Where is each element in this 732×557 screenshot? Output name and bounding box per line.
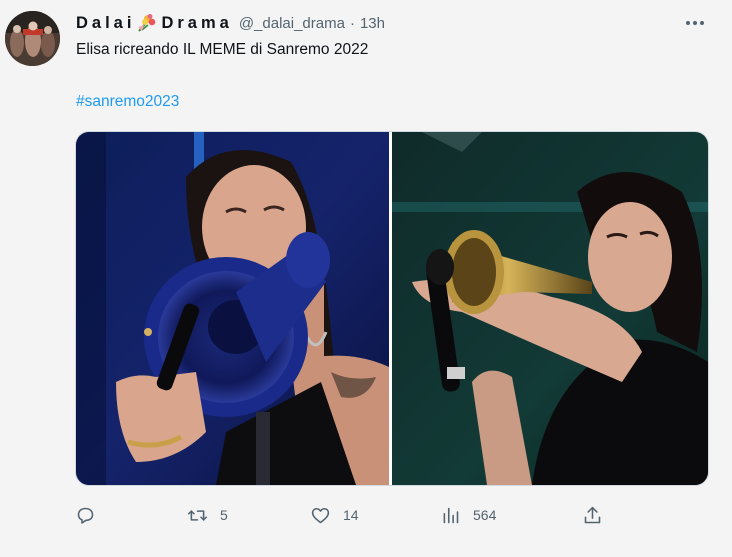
like-count: 14: [343, 507, 359, 523]
retweet-button[interactable]: 5: [187, 503, 228, 527]
tweet-header: Dalai Drama @_dalai_drama · 13h: [76, 12, 385, 34]
reply-icon: [77, 507, 94, 524]
display-name-2[interactable]: Drama: [161, 14, 232, 33]
avatar[interactable]: [5, 11, 60, 66]
more-icon[interactable]: [680, 13, 710, 33]
photo-elisa-megaphone[interactable]: [76, 132, 389, 485]
hashtag-link[interactable]: #sanremo2023: [76, 93, 179, 111]
reply-button[interactable]: [75, 503, 108, 527]
action-bar: 5 14 564: [0, 503, 732, 527]
tweet: Dalai Drama @_dalai_drama · 13h Elisa ri…: [0, 0, 732, 557]
photo-singer-trumpet[interactable]: [392, 132, 708, 485]
flower-emoji-icon: [135, 13, 157, 33]
retweet-count: 5: [220, 507, 228, 523]
share-button[interactable]: [582, 503, 603, 527]
timestamp[interactable]: 13h: [360, 15, 385, 32]
views-button[interactable]: 564: [440, 503, 496, 527]
retweet-icon: [187, 509, 208, 521]
separator-dot: ·: [349, 14, 355, 32]
views-count: 564: [473, 507, 497, 523]
media-grid: [75, 131, 709, 486]
like-button[interactable]: 14: [310, 503, 359, 527]
share-icon: [584, 506, 601, 523]
like-icon: [311, 507, 330, 523]
display-name[interactable]: Dalai: [76, 14, 135, 33]
user-handle[interactable]: @_dalai_drama: [239, 15, 345, 32]
tweet-text: Elisa ricreando IL MEME di Sanremo 2022: [76, 41, 369, 58]
views-icon: [443, 507, 459, 523]
